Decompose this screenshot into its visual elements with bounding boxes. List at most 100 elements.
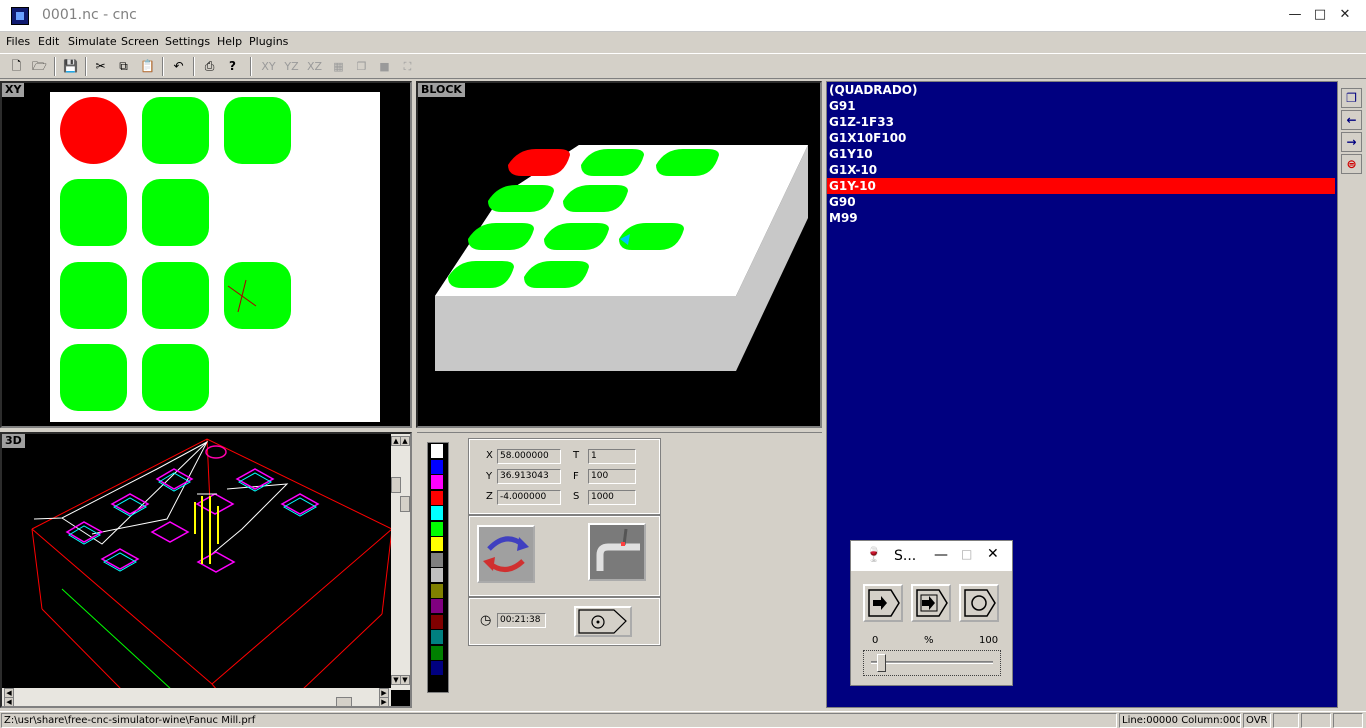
undo-icon[interactable]: ↶: [168, 56, 189, 77]
scroll-thumb[interactable]: [336, 697, 352, 706]
threed-view-panel[interactable]: 3D ▲ ▲ ▼ ▼ ◀ ◀ ▶ ▶: [0, 432, 412, 708]
menu-files[interactable]: Files: [6, 35, 30, 48]
paste-icon[interactable]: 📋: [137, 56, 158, 77]
block-view-panel[interactable]: BLOCK: [416, 81, 822, 428]
color-swatch-gray[interactable]: [431, 552, 443, 567]
spindle-icon: [578, 609, 627, 634]
cycle-start-button[interactable]: [574, 606, 632, 637]
pocket: [60, 179, 127, 246]
color-swatch-yellow[interactable]: [431, 537, 443, 551]
menu-screen[interactable]: Screen: [121, 35, 159, 48]
color-swatch-white[interactable]: [431, 444, 443, 458]
save-icon[interactable]: 💾: [60, 56, 81, 77]
toolbar-separator: [250, 57, 252, 76]
arrow-right-icon[interactable]: →: [1341, 132, 1362, 152]
scroll-thumb[interactable]: [400, 496, 410, 512]
simulation-window-titlebar: 🍷 S... — □ ✕: [851, 541, 1012, 571]
cut-icon[interactable]: ✂: [90, 56, 111, 77]
speed-slider[interactable]: [863, 650, 1001, 676]
close-button[interactable]: ✕: [1336, 6, 1354, 24]
color-swatch-green[interactable]: [431, 521, 443, 536]
scroll-left-icon[interactable]: ◀: [4, 697, 14, 706]
speed-min-label: 0: [872, 635, 879, 646]
rotate-view-button[interactable]: [477, 525, 535, 583]
sim-maximize-button[interactable]: □: [961, 547, 972, 561]
open-folder-icon[interactable]: 🗁: [29, 56, 50, 77]
tool-change-button[interactable]: [588, 523, 646, 581]
color-swatch-magenta[interactable]: [431, 475, 443, 489]
program-line[interactable]: G1Z-1F33: [827, 114, 1335, 130]
window-cascade-icon[interactable]: ❐: [1341, 88, 1362, 108]
sim-minimize-button[interactable]: —: [934, 547, 948, 563]
color-swatch-purple[interactable]: [431, 599, 443, 613]
view-xy-button[interactable]: XY: [258, 56, 279, 77]
f-label: F: [573, 471, 579, 482]
view-solid-icon[interactable]: ■: [374, 56, 395, 77]
program-line[interactable]: M99: [827, 210, 1335, 226]
menu-simulate[interactable]: Simulate: [68, 35, 117, 48]
program-line[interactable]: G1Y10: [827, 146, 1335, 162]
color-swatch-blue[interactable]: [431, 459, 443, 474]
maximize-button[interactable]: □: [1311, 6, 1329, 24]
speed-slider-thumb[interactable]: [876, 654, 886, 672]
stop-icon[interactable]: ⊜: [1341, 154, 1362, 174]
toolbar-separator: [193, 57, 195, 76]
threed-horizontal-scrollbar[interactable]: ◀ ◀ ▶ ▶: [2, 688, 391, 706]
menu-help[interactable]: Help: [217, 35, 242, 48]
program-line[interactable]: G1X-10: [827, 162, 1335, 178]
minimize-button[interactable]: —: [1286, 6, 1304, 24]
scroll-right-icon[interactable]: ▶: [379, 697, 389, 706]
wine-glass-icon: 🍷: [865, 547, 883, 563]
color-swatch-teal[interactable]: [431, 630, 443, 644]
pocket: [224, 97, 291, 164]
pocket: [60, 344, 127, 411]
program-line[interactable]: G1X10F100: [827, 130, 1335, 146]
print-icon[interactable]: ⎙: [199, 56, 220, 77]
view-cascade-icon[interactable]: ❐: [351, 56, 372, 77]
f-value: 100: [588, 469, 636, 484]
threed-vertical-scrollbar[interactable]: ▲ ▲ ▼ ▼: [391, 434, 410, 690]
menu-plugins[interactable]: Plugins: [249, 35, 288, 48]
single-step-button[interactable]: [863, 584, 903, 622]
view-yz-button[interactable]: YZ: [281, 56, 302, 77]
sim-close-button[interactable]: ✕: [987, 546, 999, 562]
run-continuous-button[interactable]: [959, 584, 999, 622]
run-block-button[interactable]: [911, 584, 951, 622]
color-swatch-cyan[interactable]: [431, 506, 443, 520]
pocket: [224, 262, 291, 329]
timer-group: ◷ 00:21:38: [468, 597, 661, 646]
copy-icon[interactable]: ⧉: [113, 56, 134, 77]
color-swatch-silver[interactable]: [431, 568, 443, 582]
scroll-up-icon[interactable]: ▲: [400, 436, 410, 446]
help-icon[interactable]: ?: [222, 56, 243, 77]
program-line[interactable]: G90: [827, 194, 1335, 210]
program-line[interactable]: (QUADRADO): [827, 82, 1335, 98]
scroll-down-icon[interactable]: ▼: [400, 675, 410, 685]
block-render: [435, 145, 808, 371]
color-swatch-olive[interactable]: [431, 583, 443, 598]
color-swatch-darkgreen[interactable]: [431, 645, 443, 660]
pocket: [60, 262, 127, 329]
tool-crosshair-icon: [227, 279, 257, 313]
threed-render: [31, 438, 393, 691]
clock-icon: ◷: [480, 613, 492, 628]
view-fit-icon[interactable]: ⛶: [397, 56, 418, 77]
color-swatch-maroon[interactable]: [431, 614, 443, 629]
menu-settings[interactable]: Settings: [165, 35, 210, 48]
view-grid-icon[interactable]: ▦: [328, 56, 349, 77]
new-file-icon[interactable]: 🗋: [6, 56, 27, 77]
status-cursor-position: Line:00000 Column:0000: [1119, 713, 1241, 728]
status-file-path: Z:\usr\share\free-cnc-simulator-wine\Fan…: [1, 713, 1117, 728]
arrow-left-icon[interactable]: ←: [1341, 110, 1362, 130]
color-swatch-navy[interactable]: [431, 661, 443, 675]
pocket: [142, 97, 209, 164]
program-line[interactable]: G91: [827, 98, 1335, 114]
z-value: -4.000000: [497, 490, 561, 505]
menu-edit[interactable]: Edit: [38, 35, 59, 48]
coordinates-group: X 58.000000 Y 36.913043 Z -4.000000 T 1 …: [468, 438, 661, 515]
color-swatch-red[interactable]: [431, 490, 443, 505]
xy-view-panel[interactable]: XY: [0, 81, 412, 428]
scroll-thumb[interactable]: [391, 477, 401, 493]
program-line-active[interactable]: G1Y-10: [827, 178, 1335, 194]
view-xz-button[interactable]: XZ: [304, 56, 325, 77]
